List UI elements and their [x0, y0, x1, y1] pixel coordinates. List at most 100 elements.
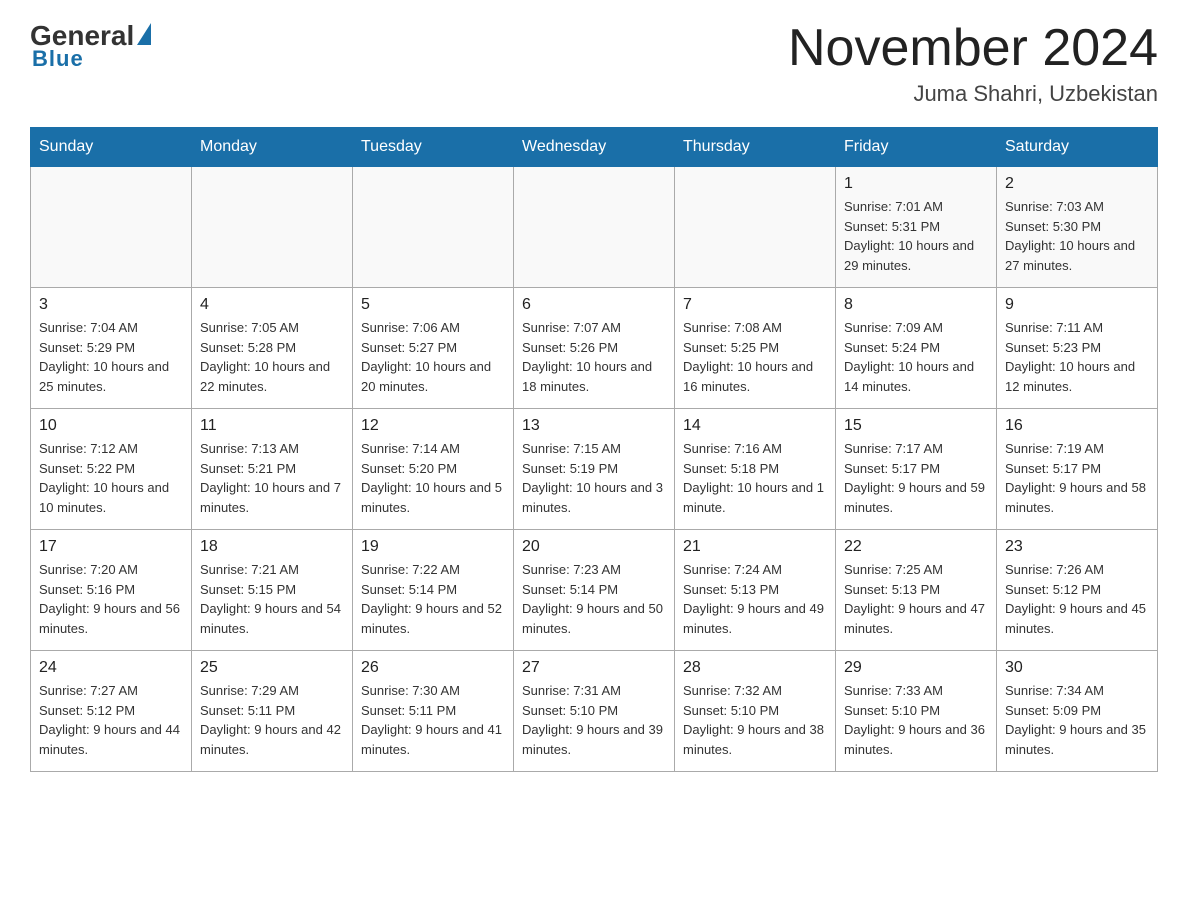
day-number: 24 — [39, 659, 183, 677]
day-number: 2 — [1005, 175, 1149, 193]
calendar-header-row: SundayMondayTuesdayWednesdayThursdayFrid… — [31, 128, 1158, 167]
day-number: 7 — [683, 296, 827, 314]
month-title: November 2024 — [788, 20, 1158, 77]
calendar-week-4: 17 Sunrise: 7:20 AMSunset: 5:16 PMDayligh… — [31, 530, 1158, 651]
day-number: 26 — [361, 659, 505, 677]
calendar-cell — [514, 167, 675, 288]
day-info: Sunrise: 7:33 AMSunset: 5:10 PMDaylight:… — [844, 681, 988, 759]
day-number: 12 — [361, 417, 505, 435]
day-info: Sunrise: 7:17 AMSunset: 5:17 PMDaylight:… — [844, 439, 988, 517]
calendar-week-2: 3Sunrise: 7:04 AMSunset: 5:29 PMDaylight… — [31, 288, 1158, 409]
day-number: 22 — [844, 538, 988, 556]
calendar-cell: 27Sunrise: 7:31 AMSunset: 5:10 PMDayligh… — [514, 651, 675, 772]
page-header: General Blue November 2024 Juma Shahri, … — [30, 20, 1158, 107]
calendar-cell: 12 Sunrise: 7:14 AMSunset: 5:20 PMDayligh… — [353, 409, 514, 530]
calendar-week-3: 10 Sunrise: 7:12 AMSunset: 5:22 PMDayligh… — [31, 409, 1158, 530]
logo-blue-text: Blue — [32, 46, 84, 72]
calendar-header-wednesday: Wednesday — [514, 128, 675, 167]
calendar-cell: 7 Sunrise: 7:08 AMSunset: 5:25 PMDaylight… — [675, 288, 836, 409]
calendar-cell: 15 Sunrise: 7:17 AMSunset: 5:17 PMDayligh… — [836, 409, 997, 530]
calendar-cell — [353, 167, 514, 288]
day-number: 8 — [844, 296, 988, 314]
day-info: Sunrise: 7:24 AMSunset: 5:13 PMDaylight:… — [683, 560, 827, 638]
day-number: 30 — [1005, 659, 1149, 677]
calendar-cell: 9 Sunrise: 7:11 AMSunset: 5:23 PMDaylight… — [997, 288, 1158, 409]
day-number: 11 — [200, 417, 344, 435]
day-info: Sunrise: 7:11 AMSunset: 5:23 PMDaylight:… — [1005, 318, 1149, 396]
calendar-header-tuesday: Tuesday — [353, 128, 514, 167]
calendar-cell: 24 Sunrise: 7:27 AMSunset: 5:12 PMDayligh… — [31, 651, 192, 772]
calendar-cell — [675, 167, 836, 288]
day-info: Sunrise: 7:07 AMSunset: 5:26 PMDaylight:… — [522, 318, 666, 396]
day-number: 15 — [844, 417, 988, 435]
calendar-table: SundayMondayTuesdayWednesdayThursdayFrid… — [30, 127, 1158, 772]
day-info: Sunrise: 7:04 AMSunset: 5:29 PMDaylight:… — [39, 318, 183, 396]
calendar-cell: 1Sunrise: 7:01 AMSunset: 5:31 PMDaylight… — [836, 167, 997, 288]
day-info: Sunrise: 7:19 AMSunset: 5:17 PMDaylight:… — [1005, 439, 1149, 517]
calendar-cell: 11 Sunrise: 7:13 AMSunset: 5:21 PMDayligh… — [192, 409, 353, 530]
day-info: Sunrise: 7:32 AMSunset: 5:10 PMDaylight:… — [683, 681, 827, 759]
calendar-cell: 23Sunrise: 7:26 AMSunset: 5:12 PMDayligh… — [997, 530, 1158, 651]
day-number: 13 — [522, 417, 666, 435]
location-title: Juma Shahri, Uzbekistan — [788, 81, 1158, 107]
day-number: 19 — [361, 538, 505, 556]
title-block: November 2024 Juma Shahri, Uzbekistan — [788, 20, 1158, 107]
calendar-cell: 25 Sunrise: 7:29 AMSunset: 5:11 PMDayligh… — [192, 651, 353, 772]
calendar-cell: 21 Sunrise: 7:24 AMSunset: 5:13 PMDayligh… — [675, 530, 836, 651]
day-number: 21 — [683, 538, 827, 556]
calendar-cell: 4Sunrise: 7:05 AMSunset: 5:28 PMDaylight… — [192, 288, 353, 409]
day-info: Sunrise: 7:03 AMSunset: 5:30 PMDaylight:… — [1005, 197, 1149, 275]
calendar-cell: 10 Sunrise: 7:12 AMSunset: 5:22 PMDayligh… — [31, 409, 192, 530]
day-info: Sunrise: 7:27 AMSunset: 5:12 PMDaylight:… — [39, 681, 183, 759]
day-number: 27 — [522, 659, 666, 677]
day-number: 6 — [522, 296, 666, 314]
calendar-header-saturday: Saturday — [997, 128, 1158, 167]
day-number: 25 — [200, 659, 344, 677]
day-info: Sunrise: 7:22 AMSunset: 5:14 PMDaylight:… — [361, 560, 505, 638]
day-number: 20 — [522, 538, 666, 556]
calendar-header-monday: Monday — [192, 128, 353, 167]
day-number: 17 — [39, 538, 183, 556]
day-info: Sunrise: 7:30 AMSunset: 5:11 PMDaylight:… — [361, 681, 505, 759]
day-number: 29 — [844, 659, 988, 677]
calendar-week-5: 24 Sunrise: 7:27 AMSunset: 5:12 PMDayligh… — [31, 651, 1158, 772]
day-info: Sunrise: 7:20 AMSunset: 5:16 PMDaylight:… — [39, 560, 183, 638]
day-info: Sunrise: 7:25 AMSunset: 5:13 PMDaylight:… — [844, 560, 988, 638]
calendar-week-1: 1Sunrise: 7:01 AMSunset: 5:31 PMDaylight… — [31, 167, 1158, 288]
day-info: Sunrise: 7:29 AMSunset: 5:11 PMDaylight:… — [200, 681, 344, 759]
calendar-cell: 26 Sunrise: 7:30 AMSunset: 5:11 PMDayligh… — [353, 651, 514, 772]
day-info: Sunrise: 7:12 AMSunset: 5:22 PMDaylight:… — [39, 439, 183, 517]
day-number: 1 — [844, 175, 988, 193]
day-info: Sunrise: 7:08 AMSunset: 5:25 PMDaylight:… — [683, 318, 827, 396]
calendar-cell: 19 Sunrise: 7:22 AMSunset: 5:14 PMDayligh… — [353, 530, 514, 651]
day-number: 16 — [1005, 417, 1149, 435]
day-info: Sunrise: 7:09 AMSunset: 5:24 PMDaylight:… — [844, 318, 988, 396]
day-info: Sunrise: 7:21 AMSunset: 5:15 PMDaylight:… — [200, 560, 344, 638]
day-number: 10 — [39, 417, 183, 435]
day-number: 5 — [361, 296, 505, 314]
calendar-cell: 14 Sunrise: 7:16 AMSunset: 5:18 PMDayligh… — [675, 409, 836, 530]
calendar-cell: 28 Sunrise: 7:32 AMSunset: 5:10 PMDayligh… — [675, 651, 836, 772]
calendar-cell: 18 Sunrise: 7:21 AMSunset: 5:15 PMDayligh… — [192, 530, 353, 651]
day-number: 18 — [200, 538, 344, 556]
calendar-header-sunday: Sunday — [31, 128, 192, 167]
day-number: 28 — [683, 659, 827, 677]
logo: General Blue — [30, 20, 151, 72]
day-info: Sunrise: 7:16 AMSunset: 5:18 PMDaylight:… — [683, 439, 827, 517]
logo-triangle-icon — [137, 23, 151, 45]
day-info: Sunrise: 7:23 AMSunset: 5:14 PMDaylight:… — [522, 560, 666, 638]
day-info: Sunrise: 7:34 AMSunset: 5:09 PMDaylight:… — [1005, 681, 1149, 759]
day-number: 14 — [683, 417, 827, 435]
calendar-cell — [192, 167, 353, 288]
day-info: Sunrise: 7:06 AMSunset: 5:27 PMDaylight:… — [361, 318, 505, 396]
calendar-cell: 16 Sunrise: 7:19 AMSunset: 5:17 PMDayligh… — [997, 409, 1158, 530]
day-info: Sunrise: 7:14 AMSunset: 5:20 PMDaylight:… — [361, 439, 505, 517]
calendar-cell: 13Sunrise: 7:15 AMSunset: 5:19 PMDayligh… — [514, 409, 675, 530]
calendar-cell: 6 Sunrise: 7:07 AMSunset: 5:26 PMDaylight… — [514, 288, 675, 409]
calendar-cell — [31, 167, 192, 288]
day-info: Sunrise: 7:13 AMSunset: 5:21 PMDaylight:… — [200, 439, 344, 517]
day-number: 4 — [200, 296, 344, 314]
day-number: 9 — [1005, 296, 1149, 314]
calendar-cell: 8 Sunrise: 7:09 AMSunset: 5:24 PMDaylight… — [836, 288, 997, 409]
calendar-cell: 2 Sunrise: 7:03 AMSunset: 5:30 PMDaylight… — [997, 167, 1158, 288]
